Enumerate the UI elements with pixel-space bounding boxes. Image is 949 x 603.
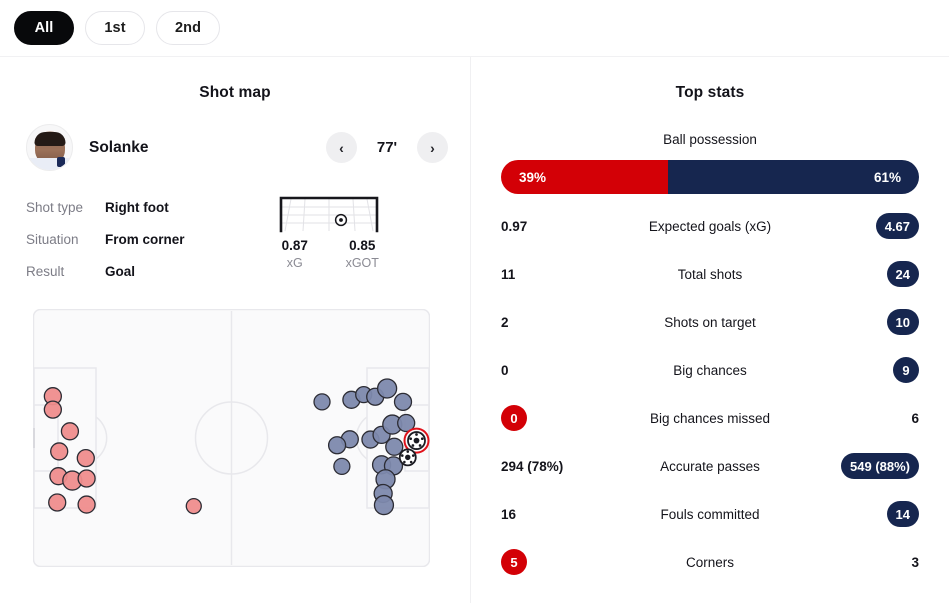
stat-value-home: 2	[501, 314, 509, 330]
stat-row: 0 Big chances missed 6	[501, 394, 919, 442]
ball-possession-block: Ball possession 39% 61%	[471, 102, 949, 194]
stat-value-away: 4.67	[801, 213, 919, 239]
stat-row: 16 Fouls committed 14	[501, 490, 919, 538]
pitch-shot-chart[interactable]	[30, 308, 431, 568]
period-chip-1st[interactable]: 1st	[85, 11, 145, 45]
stat-value-away: 9	[801, 357, 919, 383]
xg-values-row: 0.87 xG 0.85 xGOT	[261, 238, 396, 270]
period-chip-1st-label: 1st	[104, 20, 126, 36]
stats-rows-list: 0.97 Expected goals (xG) 4.67 11 Total shots…	[471, 202, 949, 586]
period-chip-all[interactable]: All	[14, 11, 74, 45]
stat-row: 294 (78%) Accurate passes 549 (88%)	[501, 442, 919, 490]
stat-value-home: 16	[501, 506, 517, 522]
detail-label: Shot type	[26, 199, 84, 215]
stat-value-away: 6	[911, 410, 919, 426]
detail-value: From corner	[105, 231, 185, 247]
chevron-right-icon[interactable]: ›	[417, 132, 448, 163]
stat-name: Big chances missed	[649, 410, 771, 426]
shot-player-header: Solanke ‹ 77' ›	[0, 102, 470, 171]
stat-highlight-pill: 4.67	[875, 213, 919, 239]
stat-row: 2 Shots on target 10	[501, 298, 919, 346]
detail-label: Result	[26, 263, 65, 279]
shot-navigation: ‹ 77' ›	[326, 132, 448, 163]
stat-value-away: 10	[801, 309, 919, 335]
stat-name: Big chances	[673, 362, 747, 378]
ball-possession-bar: 39% 61%	[501, 160, 919, 194]
stat-highlight-pill: 10	[886, 309, 919, 335]
period-chip-2nd[interactable]: 2nd	[156, 11, 221, 45]
top-stats-panel: Top stats Ball possession 39% 61% 0.97 Ex…	[471, 57, 949, 603]
stat-name: Shots on target	[664, 314, 756, 330]
stat-value-home: 0	[501, 405, 619, 431]
player-name: Solanke	[89, 138, 149, 156]
possession-home-value: 39%	[519, 169, 547, 185]
shot-map-panel: Shot map Solanke ‹ 77' › Shot type Right…	[0, 57, 471, 603]
stat-name: Expected goals (xG)	[648, 218, 772, 234]
stat-value-home: 0	[501, 362, 509, 378]
stat-name: Total shots	[677, 266, 743, 282]
period-chip-2nd-label: 2nd	[175, 20, 202, 36]
xgot-key: xGOT	[345, 256, 379, 270]
period-filter-bar: All 1st 2nd	[0, 0, 949, 57]
stat-name: Fouls committed	[660, 506, 760, 522]
xg-key: xG	[286, 256, 303, 270]
detail-value: Right foot	[105, 199, 169, 215]
stat-row: 0.97 Expected goals (xG) 4.67	[501, 202, 919, 250]
stat-value-home: 11	[501, 266, 516, 282]
stat-highlight-pill: 0	[501, 405, 527, 431]
xg-value: 0.87	[281, 238, 308, 253]
xg-cell: 0.87 xG	[261, 238, 329, 270]
stat-highlight-pill: 549 (88%)	[841, 453, 919, 479]
stat-highlight-pill: 14	[886, 501, 919, 527]
stat-value-away: 14	[801, 501, 919, 527]
stat-highlight-pill: 5	[501, 549, 527, 575]
stat-row: 5 Corners 3	[501, 538, 919, 586]
xgot-cell: 0.85 xGOT	[329, 238, 397, 270]
stat-name: Corners	[685, 554, 734, 570]
stat-row: 0 Big chances 9	[501, 346, 919, 394]
detail-row-result: Result Goal	[26, 255, 185, 287]
stat-highlight-pill: 9	[893, 357, 919, 383]
stat-value-away: 24	[801, 261, 919, 287]
goal-frame-icon	[279, 193, 379, 233]
stat-value-away: 549 (88%)	[801, 453, 919, 479]
stat-name: Accurate passes	[660, 458, 760, 474]
period-chip-all-label: All	[34, 20, 54, 36]
content-columns: Shot map Solanke ‹ 77' › Shot type Right…	[0, 57, 949, 603]
goalmouth-diagram: 0.87 xG 0.85 xGOT	[261, 191, 396, 287]
stat-highlight-pill: 24	[886, 261, 919, 287]
possession-home-segment: 39%	[501, 160, 668, 194]
detail-label: Situation	[26, 231, 79, 247]
detail-row-shot-type: Shot type Right foot	[26, 191, 185, 223]
stat-value-away: 3	[911, 554, 919, 570]
shot-minute: 77'	[376, 139, 398, 156]
player-avatar	[26, 124, 73, 171]
stat-value-home: 5	[501, 549, 619, 575]
stat-row: 11 Total shots 24	[501, 250, 919, 298]
stat-value-home: 294 (78%)	[501, 458, 564, 474]
shot-detail-table: Shot type Right foot Situation From corn…	[26, 191, 185, 287]
shot-map-title: Shot map	[199, 84, 271, 101]
shot-detail-section: Shot type Right foot Situation From corn…	[0, 171, 470, 287]
detail-row-situation: Situation From corner	[26, 223, 185, 255]
possession-away-value: 61%	[873, 169, 901, 185]
chevron-left-icon[interactable]: ‹	[326, 132, 357, 163]
top-stats-title: Top stats	[675, 84, 745, 101]
detail-value: Goal	[105, 263, 136, 279]
stat-value-home: 0.97	[501, 218, 528, 234]
ball-possession-label: Ball possession	[663, 132, 757, 147]
xgot-value: 0.85	[349, 238, 376, 253]
possession-away-segment: 61%	[667, 160, 919, 194]
